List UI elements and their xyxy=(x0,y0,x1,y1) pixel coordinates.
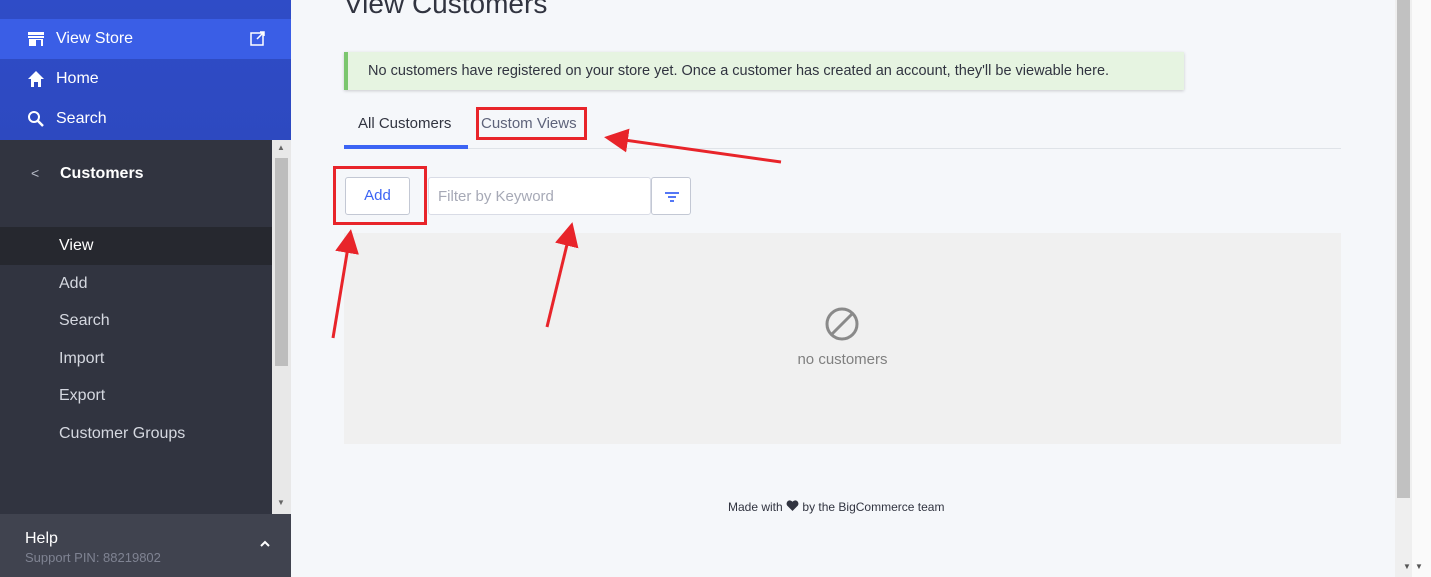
sidebar-item-customer-groups[interactable]: Customer Groups xyxy=(0,415,272,453)
help-bar[interactable]: Help Support PIN: 88219802 xyxy=(0,514,291,577)
sidebar-scroll-thumb[interactable] xyxy=(275,158,288,366)
search-label: Search xyxy=(56,110,107,127)
heart-icon xyxy=(786,500,799,511)
filter-icon xyxy=(665,192,679,202)
sidebar: View Store Home Search < Customers View … xyxy=(0,0,291,577)
support-pin: Support PIN: 88219802 xyxy=(25,550,161,565)
customers-subnav: < Customers View Add Search Import Expor… xyxy=(0,140,272,514)
sidebar-item-view[interactable]: View xyxy=(0,227,272,265)
footer-prefix: Made with xyxy=(728,500,783,514)
home-link[interactable]: Home xyxy=(0,59,291,99)
page-scroll-thumb[interactable] xyxy=(1397,0,1410,498)
window-scroll-down-icon[interactable]: ▼ xyxy=(1415,562,1423,571)
page-scroll-down-icon[interactable]: ▼ xyxy=(1403,562,1411,571)
sidebar-item-search[interactable]: Search xyxy=(0,302,272,340)
page-scrollbar[interactable]: ▼ ▼ xyxy=(1395,0,1431,577)
highlight-custom-views xyxy=(476,107,587,140)
chevron-up-icon[interactable] xyxy=(259,538,271,550)
active-tab-indicator xyxy=(344,145,468,149)
customers-back-header[interactable]: < Customers xyxy=(0,155,272,195)
filter-button[interactable] xyxy=(651,177,691,215)
sidebar-item-export[interactable]: Export xyxy=(0,377,272,415)
page-title: View Customers xyxy=(344,0,548,19)
view-store-label: View Store xyxy=(56,30,134,47)
tab-all-customers[interactable]: All Customers xyxy=(358,115,451,132)
search-icon xyxy=(28,111,44,127)
sidebar-item-import[interactable]: Import xyxy=(0,340,272,378)
footer-suffix: by the BigCommerce team xyxy=(802,500,945,514)
empty-state: no customers xyxy=(344,233,1341,444)
sidebar-scrollbar[interactable]: ▲ ▼ xyxy=(272,140,291,514)
sidebar-item-add[interactable]: Add xyxy=(0,265,272,303)
scroll-up-icon[interactable]: ▲ xyxy=(277,143,285,152)
main-content: View Customers No customers have registe… xyxy=(291,0,1395,577)
storefront-icon xyxy=(28,32,44,46)
footer: Made with by the BigCommerce team xyxy=(728,500,944,514)
scroll-down-icon[interactable]: ▼ xyxy=(277,498,285,507)
no-entry-icon xyxy=(825,307,859,341)
section-title: Customers xyxy=(60,165,144,182)
empty-state-text: no customers xyxy=(797,351,888,368)
highlight-add-button xyxy=(333,166,427,225)
chevron-left-icon: < xyxy=(31,165,40,181)
filter-keyword-input[interactable] xyxy=(428,177,651,215)
top-nav: View Store Home Search xyxy=(0,0,291,140)
home-label: Home xyxy=(56,70,99,87)
help-title: Help xyxy=(25,530,58,547)
view-store-link[interactable]: View Store xyxy=(0,19,291,59)
search-link[interactable]: Search xyxy=(0,99,291,139)
home-icon xyxy=(28,71,44,87)
alert-text: No customers have registered on your sto… xyxy=(368,63,1110,79)
info-alert: No customers have registered on your sto… xyxy=(344,52,1184,90)
external-link-icon xyxy=(250,31,265,46)
